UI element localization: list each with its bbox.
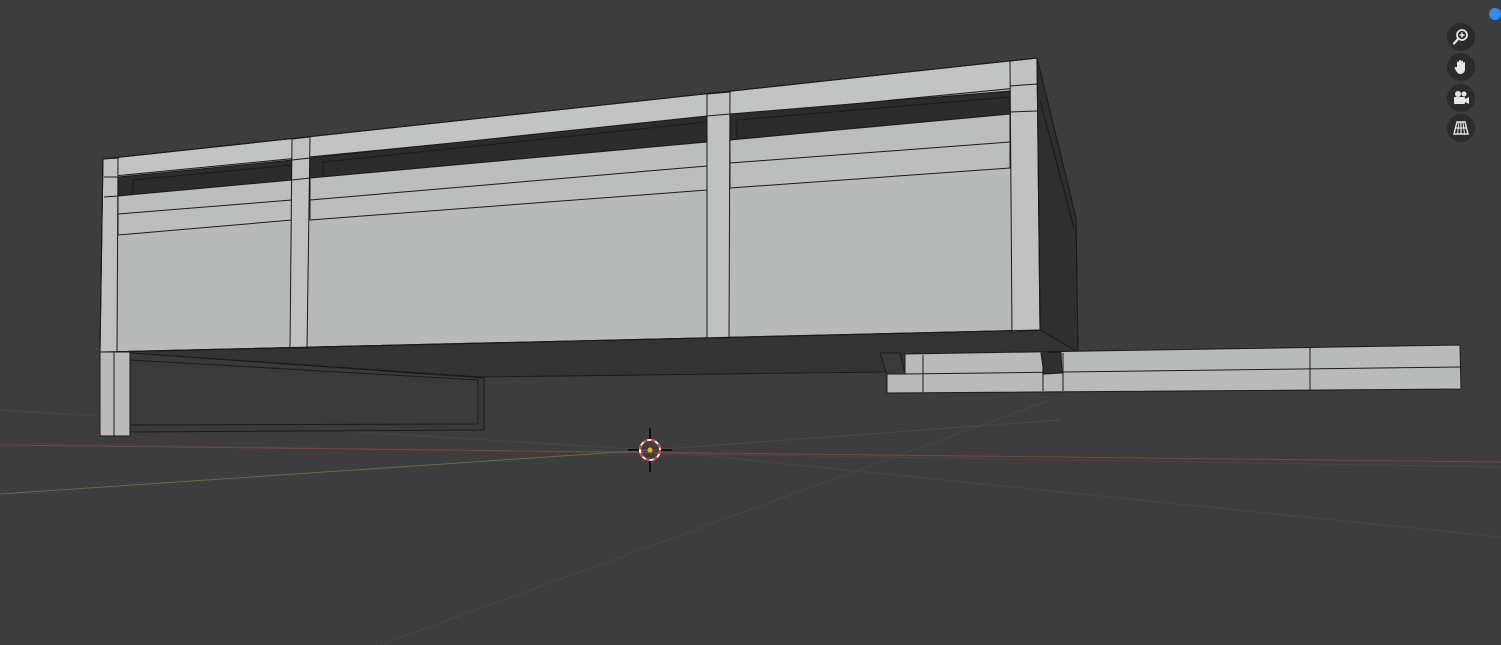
3d-cursor[interactable] [628, 428, 672, 472]
cabinet-post-3 [706, 91, 731, 339]
grid-perspective-icon [1453, 121, 1469, 135]
scene-canvas[interactable] [0, 0, 1501, 645]
view-axis-dot[interactable] [1489, 8, 1501, 20]
cabinet-left-leg [99, 351, 131, 437]
y-axis-line [0, 449, 651, 495]
zoom-in-icon [1452, 29, 1468, 45]
camera-icon [1454, 91, 1469, 104]
camera-view-button[interactable] [1447, 84, 1475, 112]
cabinet-post-2 [289, 136, 311, 349]
floor-grid [0, 399, 1501, 645]
cabinet-post-4 [1009, 57, 1041, 333]
cabinet-right-side [1036, 57, 1079, 353]
y-axis-line-far [649, 419, 1061, 451]
plank-notch [1040, 351, 1063, 375]
x-axis-line [0, 444, 1501, 463]
zoom-button[interactable] [1447, 23, 1475, 51]
origin-dot [647, 447, 653, 453]
hand-icon [1454, 60, 1465, 74]
3d-viewport[interactable] [0, 0, 1501, 645]
pan-button[interactable] [1447, 53, 1475, 81]
perspective-toggle-button[interactable] [1447, 114, 1475, 142]
navigation-gizmo [1441, 0, 1501, 160]
